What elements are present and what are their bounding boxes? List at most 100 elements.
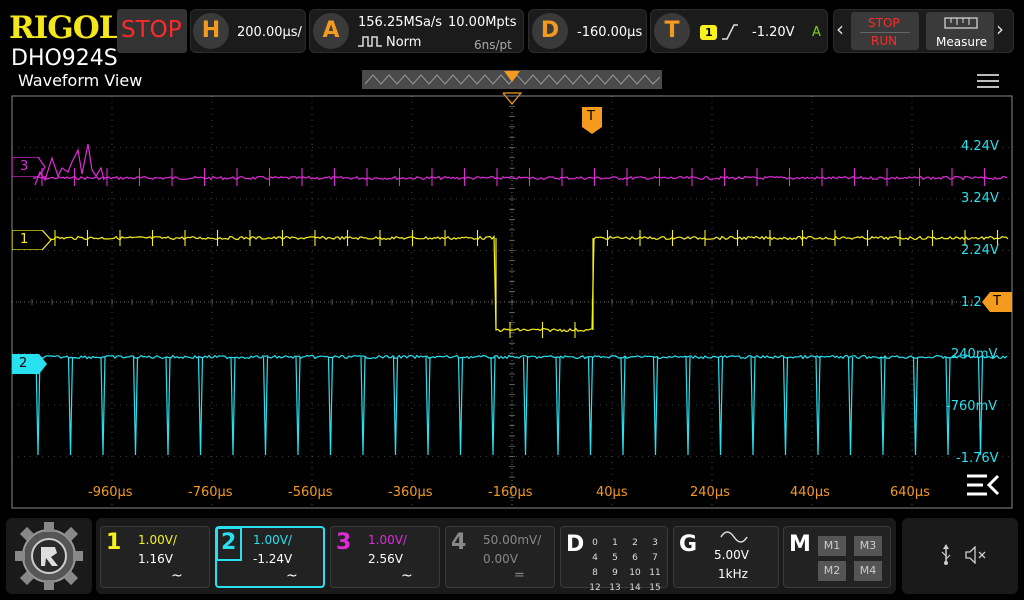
ch2-pulse (685, 356, 691, 456)
scale-label: 4.24V (961, 139, 999, 154)
time-label: -960µs (88, 485, 133, 500)
ch4-scale: 50.00mV/ (483, 533, 542, 547)
ch2-pulse (782, 356, 789, 456)
ch2-pulse (67, 356, 74, 456)
ch2-pulse (912, 356, 919, 456)
digital-index: 4 (592, 553, 598, 563)
ch3-marker-icon[interactable] (12, 157, 46, 177)
digital-index: 15 (649, 583, 661, 593)
ch3-marker-label: 3 (20, 159, 29, 174)
math-m2[interactable]: M2 (818, 561, 846, 581)
digital-index: 2 (632, 538, 638, 548)
ch2-pulse (425, 356, 431, 456)
time-label: 640µs (890, 485, 930, 500)
ch2-pulse (457, 356, 464, 456)
digital-letter: D (566, 532, 585, 557)
scale-label: 2.24V (961, 243, 999, 258)
trigger-time-label: T (587, 109, 595, 124)
scale-label: -1.76V (956, 451, 999, 466)
ch1-coupling: ~ (171, 568, 183, 584)
ch2-pulse (717, 356, 724, 456)
ch2-pulse (100, 356, 106, 456)
ch2-coupling: ~ (286, 568, 298, 584)
ch2-pulse (750, 356, 756, 456)
ch1-marker-icon[interactable] (12, 230, 52, 250)
scale-label: 1.2 (961, 295, 982, 310)
scale-label: -760mV (946, 399, 998, 414)
digital-index: 10 (629, 568, 641, 578)
math-letter: M (789, 532, 811, 557)
ch2-marker-label: 2 (19, 356, 28, 371)
time-label: -360µs (388, 485, 433, 500)
math-m4[interactable]: M4 (854, 561, 882, 581)
ch2-pulse (327, 356, 334, 456)
ch3-scale: 1.00V/ (368, 533, 407, 547)
digital-index: 6 (632, 553, 638, 563)
digital-index: 9 (612, 568, 618, 578)
ch4-offset: 0.00V (483, 552, 518, 566)
ch2-trace (32, 354, 1008, 360)
generator-amplitude: 5.00V (714, 548, 749, 562)
time-label: 240µs (690, 485, 730, 500)
generator-letter: G (679, 532, 698, 557)
digital-index: 3 (652, 538, 658, 548)
ch3-number: 3 (336, 530, 352, 555)
ch2-offset: -1.24V (253, 552, 293, 566)
ch2-pulse (295, 356, 301, 456)
ch1-offset: 1.16V (138, 552, 173, 566)
speaker-muted-icon[interactable] (964, 546, 988, 564)
ch2-pulse (165, 356, 171, 456)
collapse-menu-icon[interactable] (965, 472, 1001, 498)
ch1-scale: 1.00V/ (138, 533, 177, 547)
time-label: -160µs (488, 485, 533, 500)
digital-index: 11 (649, 568, 661, 578)
time-label: -560µs (288, 485, 333, 500)
digital-index: 8 (592, 568, 598, 578)
math-m1[interactable]: M1 (818, 536, 846, 556)
ch2-pulse (815, 356, 821, 456)
digital-index: 5 (612, 553, 618, 563)
ch2-marker-icon[interactable] (12, 354, 48, 374)
ch2-pulse (262, 356, 269, 456)
ch2-pulse (847, 356, 854, 456)
gear-icon (15, 522, 83, 590)
ch2-pulse (620, 356, 626, 456)
ch2-pulse (880, 356, 886, 456)
trigger-level-label: T (993, 294, 1001, 309)
ch2-pulse (652, 356, 659, 456)
ch3-coupling: ~ (401, 568, 413, 584)
digital-index: 13 (609, 583, 621, 593)
ch4-number: 4 (451, 530, 467, 555)
scale-label: 3.24V (961, 191, 999, 206)
digital-index: 7 (652, 553, 658, 563)
ch2-pulse (587, 356, 594, 456)
digital-index: 12 (589, 583, 601, 593)
ch1-number: 1 (106, 530, 122, 555)
time-label: -760µs (188, 485, 233, 500)
ch2-pulse (360, 356, 366, 456)
digital-index: 1 (612, 538, 618, 548)
generator-frequency: 1kHz (718, 567, 748, 581)
ch2-scale: 1.00V/ (253, 533, 292, 547)
ch2-pulse (522, 356, 529, 456)
ch2-number: 2 (221, 530, 237, 555)
ch4-coupling: = (514, 568, 525, 583)
ch2-pulse (132, 356, 139, 456)
digital-index: 0 (592, 538, 598, 548)
scale-label: 240mV (951, 347, 998, 362)
ch1-marker-label: 1 (20, 232, 29, 247)
ch2-pulse (197, 356, 204, 456)
ch3-trace (32, 175, 1008, 181)
waveform-display[interactable] (0, 0, 1024, 600)
ch1-trace (43, 235, 1009, 333)
ch3-offset: 2.56V (368, 552, 403, 566)
ch2-pulse (392, 356, 399, 456)
sine-wave-icon (720, 531, 748, 543)
time-label: 40µs (596, 485, 628, 500)
status-tray (902, 518, 1018, 594)
usb-icon (941, 544, 951, 565)
time-label: 440µs (790, 485, 830, 500)
math-m3[interactable]: M3 (854, 536, 882, 556)
ch2-pulse (490, 356, 496, 456)
digital-channel-grid: 0123 4567 8 9 10 11 12 13 14 15 (585, 534, 669, 594)
